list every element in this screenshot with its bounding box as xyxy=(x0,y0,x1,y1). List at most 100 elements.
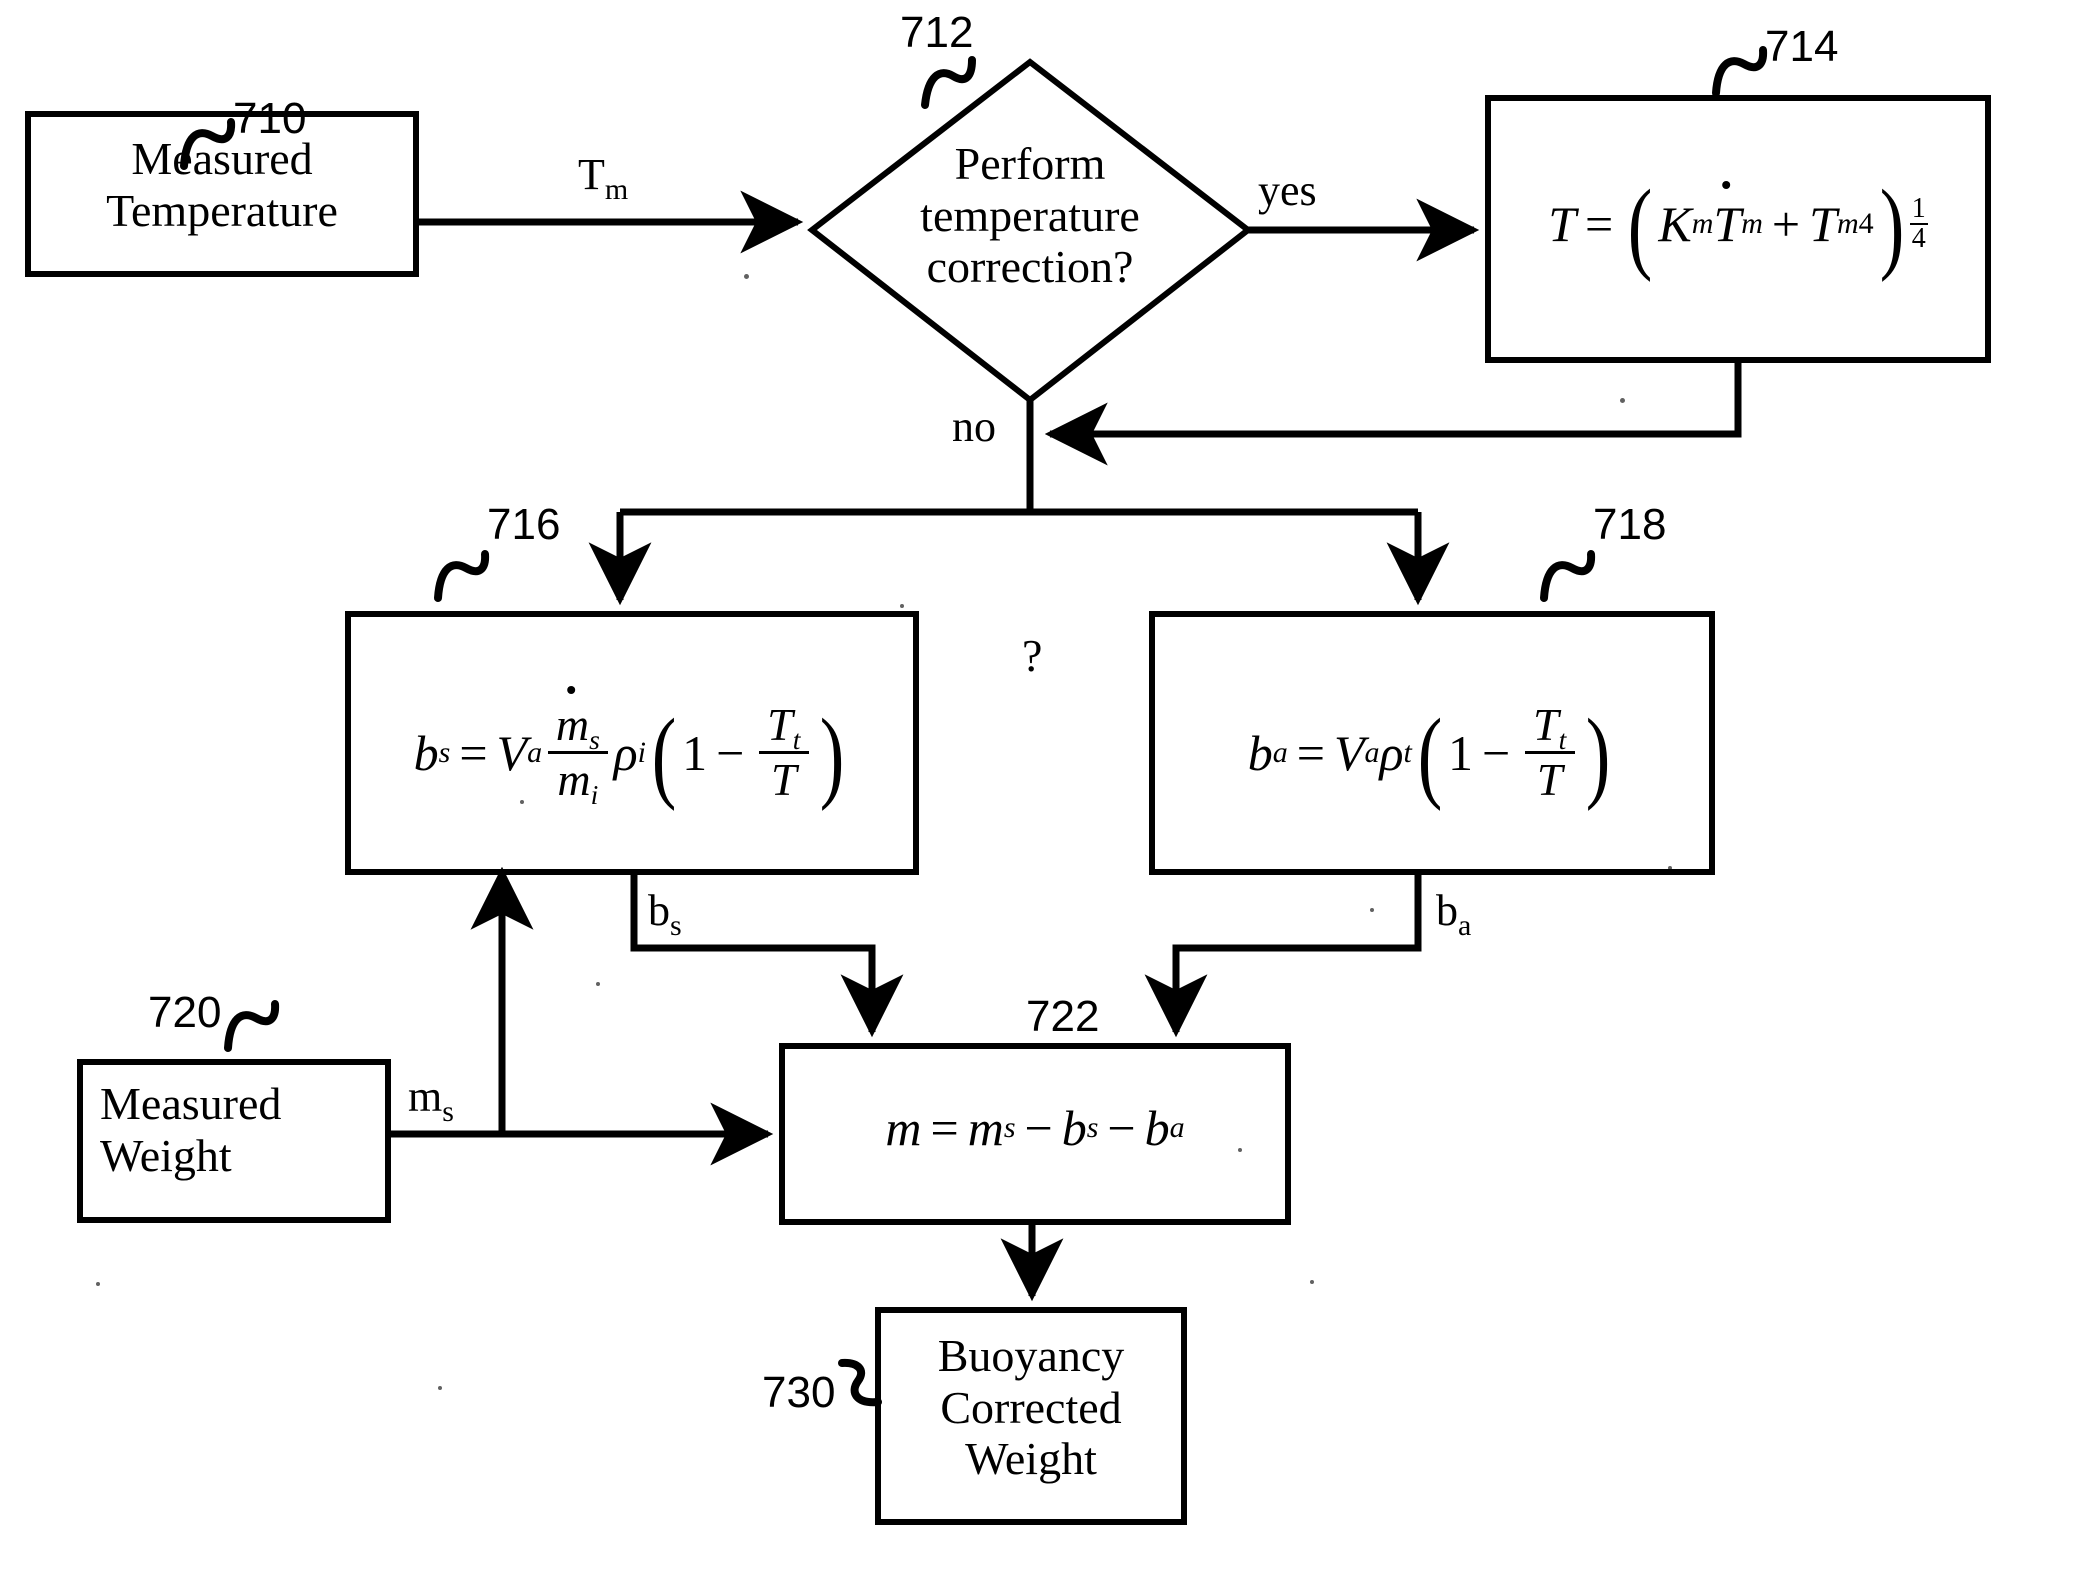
ref-number-718: 718 xyxy=(1593,500,1667,549)
eq716-frac-den: mi xyxy=(549,754,606,808)
node-buoyancy-corrected-weight-label: Buoyancy Corrected Weight xyxy=(878,1330,1184,1485)
paren-close-718: ) xyxy=(1585,698,1611,812)
eq722-minus1: − xyxy=(1024,1100,1053,1156)
eq718-rho: ρ xyxy=(1379,724,1404,781)
eq718-minus: − xyxy=(1482,724,1511,781)
equation-714: T =(Km Tm + Tm 4) 1 4 xyxy=(1548,170,1928,284)
scan-speck xyxy=(1370,908,1374,912)
eq718-eq: = xyxy=(1296,724,1325,781)
eq716-Tt-sub: t xyxy=(792,723,801,755)
eq718-Tt: T xyxy=(1533,699,1559,750)
eq722-minus2: − xyxy=(1107,1100,1136,1156)
result-line1: Buoyancy xyxy=(937,1330,1125,1381)
ref-number-710: 710 xyxy=(233,94,307,143)
node-bs-equation-content: b s = Va ms mi ρ i(1− Tt T) xyxy=(348,698,916,812)
figure-canvas: Measured Temperature 710 Tm Perform temp… xyxy=(0,0,2077,1588)
eq714-Tdot: T xyxy=(1713,196,1742,252)
ref-number-716: 716 xyxy=(487,500,561,549)
eq716-num-sub: s xyxy=(589,723,600,755)
leader-730 xyxy=(838,1358,882,1407)
edge-label-ms-sub: s xyxy=(442,1094,454,1128)
annotation-question-mark: ? xyxy=(1022,630,1043,681)
eq716-Tt: T xyxy=(767,699,793,750)
eq722-ms: m xyxy=(967,1100,1004,1156)
scan-speck xyxy=(596,982,600,986)
eq714-exp-den: 4 xyxy=(1911,223,1926,254)
eq716-minus: − xyxy=(716,724,745,781)
leader-716 xyxy=(434,550,490,602)
edge-correction-back-to-trunk xyxy=(1044,360,1742,466)
eq716-V: V xyxy=(496,724,528,781)
measured-weight-line1: Measured xyxy=(100,1078,282,1129)
eq716-den-base: m xyxy=(557,754,591,806)
edge-ba-to-mass xyxy=(1144,872,1422,1038)
edge-label-ms-base: m xyxy=(408,1072,443,1121)
scan-speck xyxy=(96,1282,100,1286)
eq718-one: 1 xyxy=(1448,724,1474,781)
eq714-exponent: 14 xyxy=(1909,195,1928,254)
edge-label-tm: Tm xyxy=(578,150,628,206)
ref-number-720: 720 xyxy=(148,988,222,1037)
measured-weight-line2: Weight xyxy=(100,1129,232,1181)
edge-label-tm-base: T xyxy=(578,150,605,199)
node-measured-temperature-label: Measured Temperature xyxy=(28,133,416,236)
scan-speck xyxy=(438,1386,442,1390)
scan-speck xyxy=(744,274,749,279)
result-line3: Weight xyxy=(965,1433,1097,1485)
eq714-plus: + xyxy=(1771,196,1801,252)
eq718-Tt-sub: t xyxy=(1558,723,1567,755)
ref-number-712: 712 xyxy=(900,8,974,57)
eq722-lhs: m xyxy=(885,1100,922,1156)
eq716-num-base: m xyxy=(555,699,590,750)
eq722-ba: b xyxy=(1144,1100,1170,1156)
eq716-rho: ρ xyxy=(613,724,638,781)
eq716-den-sub: i xyxy=(590,779,599,811)
eq714-lhs: T xyxy=(1548,196,1577,252)
leader-720 xyxy=(224,1000,280,1052)
scan-speck xyxy=(1238,1148,1242,1152)
measured-temperature-line1: Measured xyxy=(131,133,313,184)
edge-label-bs: bs xyxy=(648,886,682,942)
paren-open-714: ( xyxy=(1628,170,1653,284)
scan-speck xyxy=(1310,1280,1314,1284)
edge-label-no: no xyxy=(952,402,996,451)
edge-label-yes: yes xyxy=(1258,166,1317,215)
leader-714 xyxy=(1712,46,1768,97)
edge-label-bs-base: b xyxy=(648,886,670,935)
paren-open-716: ( xyxy=(651,698,677,812)
eq716-mass-ratio: ms mi xyxy=(547,699,609,809)
equation-718: b a = Va ρ t(1− Tt T) xyxy=(1247,698,1611,812)
eq718-V: V xyxy=(1333,724,1365,781)
decision-line2: temperature xyxy=(920,189,1140,241)
eq716-tfrac-den: T xyxy=(770,754,797,806)
paren-close-716: ) xyxy=(819,698,845,812)
eq718-lhs: b xyxy=(1247,724,1273,781)
leader-718 xyxy=(1540,550,1596,602)
edge-label-tm-sub: m xyxy=(604,172,629,206)
measured-temperature-line2: Temperature xyxy=(106,184,338,236)
decision-line1: Perform xyxy=(954,138,1106,189)
scan-speck xyxy=(900,604,904,608)
eq714-T2: T xyxy=(1809,196,1837,252)
eq716-frac-num: ms xyxy=(547,699,609,755)
paren-close-714: ) xyxy=(1879,170,1904,284)
eq722-eq: = xyxy=(930,1100,959,1156)
eq716-lhs: b xyxy=(413,724,439,781)
eq716-one: 1 xyxy=(682,724,708,781)
leader-712 xyxy=(921,56,976,109)
edge-label-ba-sub: a xyxy=(1458,908,1472,942)
edge-label-ba: ba xyxy=(1436,886,1471,942)
eq718-tfrac-den: T xyxy=(1536,754,1563,806)
eq714-eq: = xyxy=(1585,196,1614,252)
edge-label-ba-base: b xyxy=(1436,886,1458,935)
eq714-K: K xyxy=(1658,196,1692,252)
edge-label-bs-sub: s xyxy=(670,908,682,942)
eq716-temp-ratio: Tt T xyxy=(758,699,809,806)
eq722-bs: b xyxy=(1061,1100,1087,1156)
node-ba-equation-content: b a = Va ρ t(1− Tt T) xyxy=(1152,698,1712,812)
equation-716: b s = Va ms mi ρ i(1− Tt T) xyxy=(413,698,845,812)
eq718-temp-ratio: Tt T xyxy=(1524,699,1575,806)
ref-number-730: 730 xyxy=(762,1368,836,1417)
equation-722: m = m s − b s − b a xyxy=(885,1100,1185,1156)
ref-number-722: 722 xyxy=(1026,992,1100,1041)
